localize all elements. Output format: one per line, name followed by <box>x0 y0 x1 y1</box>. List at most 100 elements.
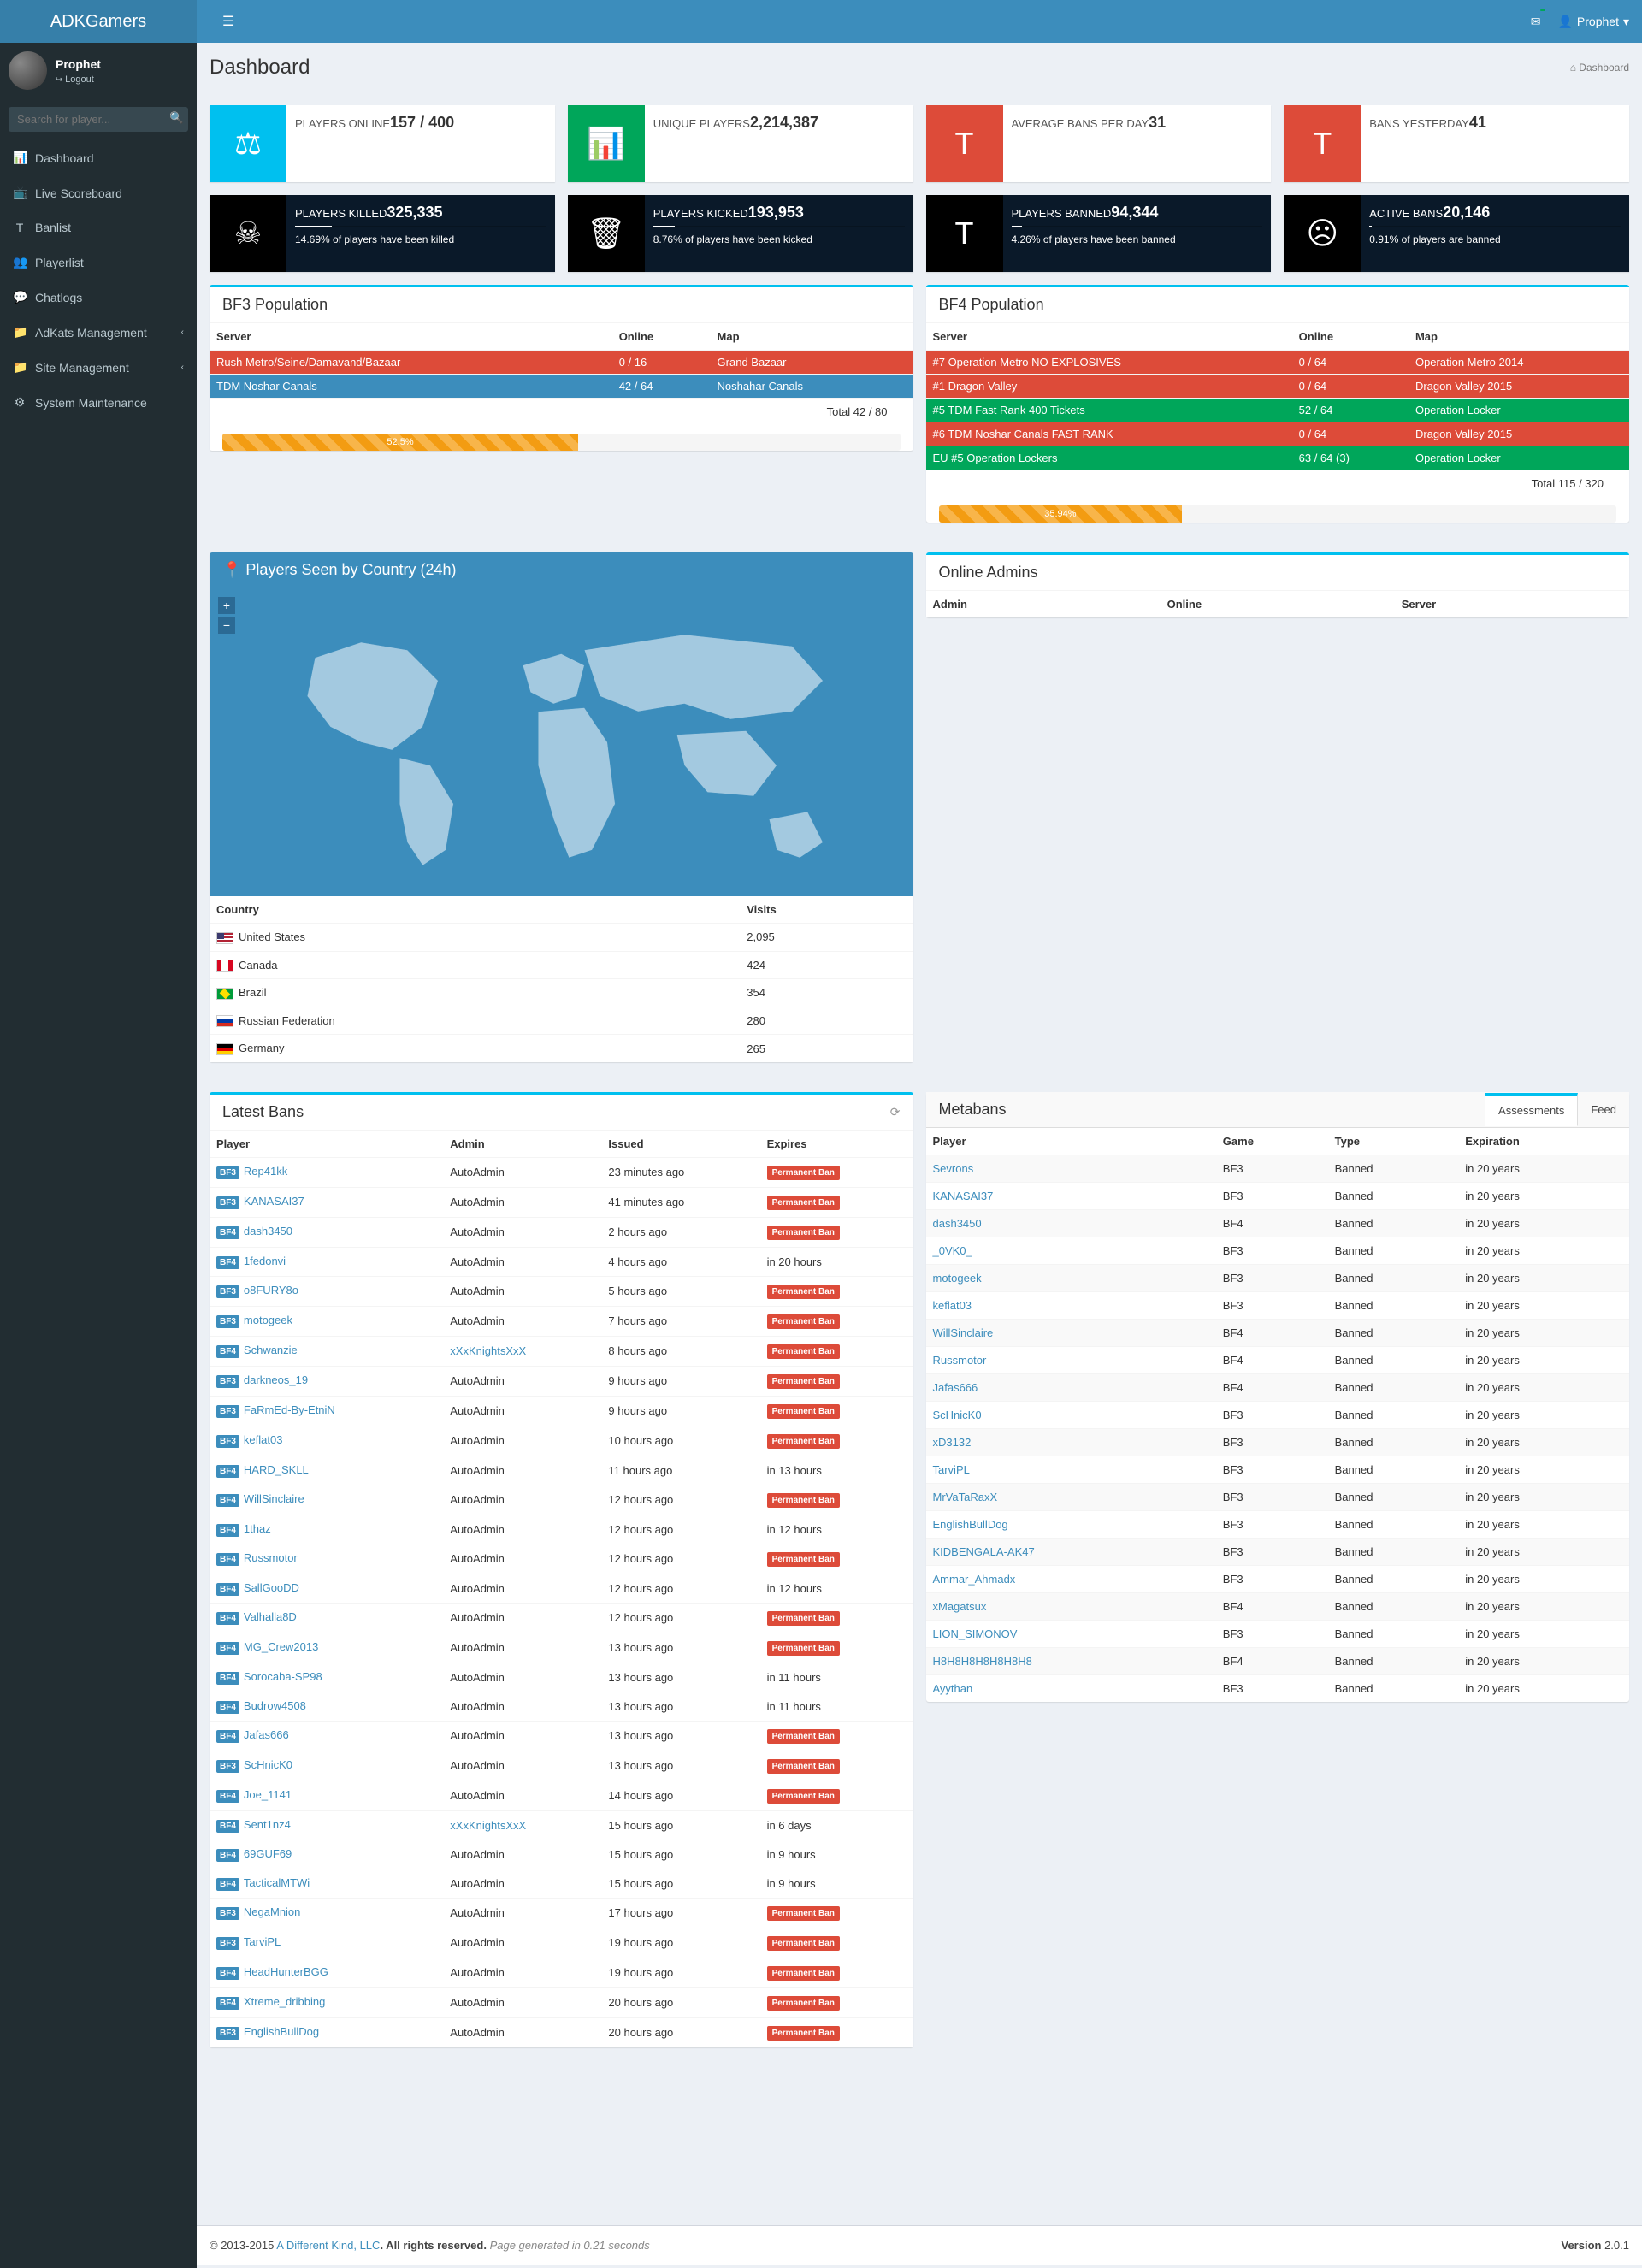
player-link[interactable]: Rep41kk <box>244 1165 287 1178</box>
player-link[interactable]: Sevrons <box>933 1162 974 1175</box>
player-link[interactable]: Russmotor <box>244 1551 298 1564</box>
search-button[interactable]: 🔍 <box>169 111 184 125</box>
player-link[interactable]: 1fedonvi <box>244 1255 286 1267</box>
search-input[interactable] <box>9 107 188 132</box>
sidebar-item[interactable]: 📺Live Scoreboard <box>0 175 197 210</box>
server-row[interactable]: TDM Noshar Canals42 / 64Noshahar Canals <box>210 375 913 399</box>
player-link[interactable]: EnglishBullDog <box>244 2025 319 2038</box>
player-link[interactable]: KIDBENGALA-AK47 <box>933 1545 1035 1558</box>
server-row[interactable]: #7 Operation Metro NO EXPLOSIVES0 / 64Op… <box>926 351 1630 375</box>
player-link[interactable]: LION_SIMONOV <box>933 1627 1018 1640</box>
admin-link[interactable]: xXxKnightsXxX <box>450 1819 526 1832</box>
player-link[interactable]: ScHnicK0 <box>244 1758 292 1771</box>
player-link[interactable]: TarviPL <box>244 1935 281 1948</box>
player-link[interactable]: MG_Crew2013 <box>244 1640 318 1653</box>
player-link[interactable]: Schwanzie <box>244 1344 298 1356</box>
player-link[interactable]: o8FURY8o <box>244 1284 298 1296</box>
player-link[interactable]: TarviPL <box>933 1463 970 1476</box>
zoom-in-button[interactable]: + <box>218 597 235 614</box>
sidebar-item[interactable]: 👥Playerlist <box>0 245 197 280</box>
player-link[interactable]: WillSinclaire <box>933 1326 994 1339</box>
player-link[interactable]: motogeek <box>244 1314 292 1326</box>
messages-icon[interactable]: ✉ <box>1531 15 1541 29</box>
player-link[interactable]: keflat03 <box>244 1433 283 1446</box>
player-link[interactable]: HeadHunterBGG <box>244 1965 328 1978</box>
bf4-progress: 35.94% <box>939 505 1183 523</box>
sidebar-search: 🔍 <box>0 98 197 140</box>
sidebar-item[interactable]: 📁Site Management‹ <box>0 350 197 385</box>
footer-company-link[interactable]: A Different Kind, LLC <box>276 2239 380 2252</box>
sidebar-item[interactable]: TBanlist <box>0 210 197 245</box>
refresh-icon[interactable]: ⟳ <box>890 1105 901 1119</box>
player-link[interactable]: darkneos_19 <box>244 1373 308 1386</box>
zoom-out-button[interactable]: − <box>218 617 235 634</box>
player-link[interactable]: Xtreme_dribbing <box>244 1995 325 2008</box>
sidebar-item[interactable]: 📁AdKats Management‹ <box>0 315 197 350</box>
ban-row: BF3keflat03AutoAdmin10 hours agoPermanen… <box>210 1426 913 1456</box>
metaban-row: xMagatsuxBF4Bannedin 20 years <box>926 1592 1630 1620</box>
player-link[interactable]: FaRmEd-By-EtniN <box>244 1403 335 1416</box>
player-link[interactable]: KANASAI37 <box>933 1190 994 1202</box>
country-row: Russian Federation280 <box>210 1007 913 1035</box>
player-link[interactable]: dash3450 <box>933 1217 982 1230</box>
ban-row: BF4Joe_1141AutoAdmin14 hours agoPermanen… <box>210 1781 913 1810</box>
player-link[interactable]: keflat03 <box>933 1299 972 1312</box>
player-link[interactable]: Russmotor <box>933 1354 987 1367</box>
metaban-row: SevronsBF3Bannedin 20 years <box>926 1155 1630 1182</box>
breadcrumb[interactable]: Dashboard <box>1570 62 1629 74</box>
player-link[interactable]: Sorocaba-SP98 <box>244 1670 322 1683</box>
server-row[interactable]: #6 TDM Noshar Canals FAST RANK0 / 64Drag… <box>926 422 1630 446</box>
sidebar-item[interactable]: 💬Chatlogs <box>0 280 197 315</box>
tab-assessments[interactable]: Assessments <box>1485 1093 1578 1126</box>
ban-row: BF4Budrow4508AutoAdmin13 hours agoin 11 … <box>210 1692 913 1721</box>
player-link[interactable]: Valhalla8D <box>244 1610 297 1623</box>
map-title: 📍 Players Seen by Country (24h) <box>222 561 457 579</box>
player-link[interactable]: Sent1nz4 <box>244 1818 291 1831</box>
server-row[interactable]: EU #5 Operation Lockers63 / 64 (3)Operat… <box>926 446 1630 470</box>
player-link[interactable]: xMagatsux <box>933 1600 987 1613</box>
server-row[interactable]: #5 TDM Fast Rank 400 Tickets52 / 64Opera… <box>926 399 1630 422</box>
col-admin: Admin <box>926 591 1161 617</box>
player-link[interactable]: Ammar_Ahmadx <box>933 1573 1016 1586</box>
player-link[interactable]: NegaMnion <box>244 1905 301 1918</box>
world-map[interactable]: + − <box>210 588 913 896</box>
player-link[interactable]: motogeek <box>933 1272 982 1285</box>
player-link[interactable]: Ayythan <box>933 1682 973 1695</box>
server-row[interactable]: #1 Dragon Valley0 / 64Dragon Valley 2015 <box>926 375 1630 399</box>
stat-icon: T <box>926 105 1003 182</box>
main-footer: © 2013-2015 A Different Kind, LLC. All r… <box>197 2225 1642 2265</box>
player-link[interactable]: H8H8H8H8H8H8H8 <box>933 1655 1032 1668</box>
player-link[interactable]: WillSinclaire <box>244 1492 304 1505</box>
metaban-row: Ammar_AhmadxBF3Bannedin 20 years <box>926 1565 1630 1592</box>
admin-link[interactable]: xXxKnightsXxX <box>450 1344 526 1357</box>
tab-feed[interactable]: Feed <box>1578 1095 1629 1125</box>
user-menu[interactable]: 👤 Prophet ▾ <box>1557 15 1629 29</box>
ban-row: BF4Valhalla8DAutoAdmin12 hours agoPerman… <box>210 1603 913 1633</box>
player-link[interactable]: KANASAI37 <box>244 1195 304 1208</box>
sidebar-item[interactable]: 📊Dashboard <box>0 140 197 175</box>
player-link[interactable]: EnglishBullDog <box>933 1518 1008 1531</box>
sidebar-menu: 📊Dashboard📺Live ScoreboardTBanlist👥Playe… <box>0 140 197 420</box>
ban-row: BF4Xtreme_dribbingAutoAdmin20 hours agoP… <box>210 1987 913 2017</box>
logout-link[interactable]: Logout <box>56 74 94 85</box>
player-link[interactable]: Joe_1141 <box>244 1788 292 1801</box>
sidebar-toggle[interactable]: ☰ <box>210 0 247 43</box>
player-link[interactable]: Budrow4508 <box>244 1699 306 1712</box>
player-link[interactable]: xD3132 <box>933 1436 972 1449</box>
player-link[interactable]: dash3450 <box>244 1225 292 1237</box>
player-link[interactable]: _0VK0_ <box>933 1244 972 1257</box>
player-link[interactable]: TacticalMTWi <box>244 1876 310 1889</box>
player-link[interactable]: Jafas666 <box>244 1728 289 1741</box>
player-link[interactable]: Jafas666 <box>933 1381 978 1394</box>
metaban-row: LION_SIMONOVBF3Bannedin 20 years <box>926 1620 1630 1647</box>
player-link[interactable]: ScHnicK0 <box>933 1409 982 1421</box>
player-link[interactable]: MrVaTaRaxX <box>933 1491 998 1503</box>
player-link[interactable]: 69GUF69 <box>244 1847 292 1860</box>
player-link[interactable]: 1thaz <box>244 1522 271 1535</box>
admins-title: Online Admins <box>939 564 1038 582</box>
server-row[interactable]: Rush Metro/Seine/Damavand/Bazaar0 / 16Gr… <box>210 351 913 375</box>
player-link[interactable]: HARD_SKLL <box>244 1463 309 1476</box>
player-link[interactable]: SallGooDD <box>244 1581 299 1594</box>
brand-logo[interactable]: ADKGamers <box>0 0 197 43</box>
sidebar-item[interactable]: ⚙System Maintenance <box>0 385 197 420</box>
